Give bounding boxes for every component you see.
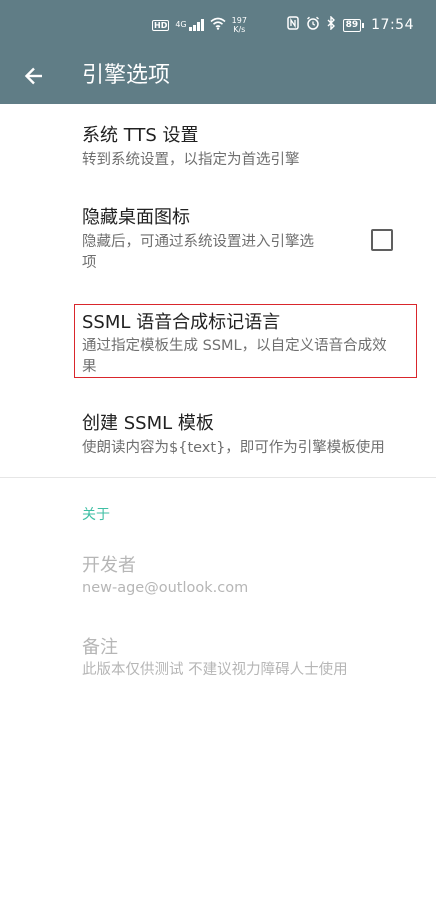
pref-developer-summary: new-age@outlook.com (82, 580, 249, 596)
pref-system-tts-title: 系统 TTS 设置 (82, 125, 199, 146)
status-bar: HD 4G 197 K/s 89 17:54 (0, 0, 436, 48)
pref-hide-icon-summary-line2: 项 (82, 255, 97, 271)
pref-developer-title: 开发者 (82, 555, 136, 576)
hide-icon-checkbox[interactable] (371, 229, 393, 251)
battery-level: 89 (342, 18, 362, 32)
pref-notes[interactable]: 备注 此版本仅供测试 不建议视力障碍人士使用 (0, 622, 436, 702)
speed-unit: K/s (233, 25, 246, 34)
category-about: 关于 (82, 507, 110, 523)
back-button[interactable] (14, 56, 54, 96)
battery-tip (362, 22, 365, 28)
app-bar: HD 4G 197 K/s 89 17:54 引擎选项 (0, 0, 436, 104)
pref-create-template[interactable]: 创建 SSML 模板 使朗读内容为${text}，即可作为引擎模板使用 (0, 400, 436, 477)
page-title: 引擎选项 (82, 63, 171, 88)
network-type-label: 4G (175, 20, 187, 29)
nfc-icon (286, 16, 299, 34)
pref-hide-icon-title: 隐藏桌面图标 (82, 207, 190, 228)
pref-hide-icon-summary-line1: 隐藏后，可通过系统设置进入引擎选 (82, 234, 314, 250)
pref-create-template-summary: 使朗读内容为${text}，即可作为引擎模板使用 (82, 440, 385, 456)
toolbar: 引擎选项 (0, 48, 436, 104)
battery-icon: 89 (342, 18, 365, 32)
hd-badge: HD (152, 19, 170, 31)
network-speed: 197 K/s (232, 16, 247, 34)
highlight-box (74, 304, 417, 378)
pref-create-template-title: 创建 SSML 模板 (82, 413, 214, 434)
speed-value: 197 (231, 16, 247, 25)
status-left-group: HD 4G 197 K/s (152, 16, 247, 34)
pref-developer[interactable]: 开发者 new-age@outlook.com (0, 540, 436, 620)
pref-system-tts[interactable]: 系统 TTS 设置 转到系统设置，以指定为首选引擎 (0, 104, 436, 186)
arrow-back-icon (24, 67, 42, 85)
wifi-icon (210, 17, 226, 33)
status-right-group: 89 17:54 (286, 15, 414, 35)
pref-notes-summary: 此版本仅供测试 不建议视力障碍人士使用 (82, 662, 348, 678)
divider (0, 477, 436, 478)
pref-system-tts-summary: 转到系统设置，以指定为首选引擎 (82, 152, 300, 168)
alarm-icon (306, 16, 320, 34)
pref-notes-title: 备注 (82, 637, 118, 658)
status-time: 17:54 (371, 17, 414, 33)
signal-icon (188, 19, 204, 31)
bluetooth-icon (327, 15, 336, 34)
